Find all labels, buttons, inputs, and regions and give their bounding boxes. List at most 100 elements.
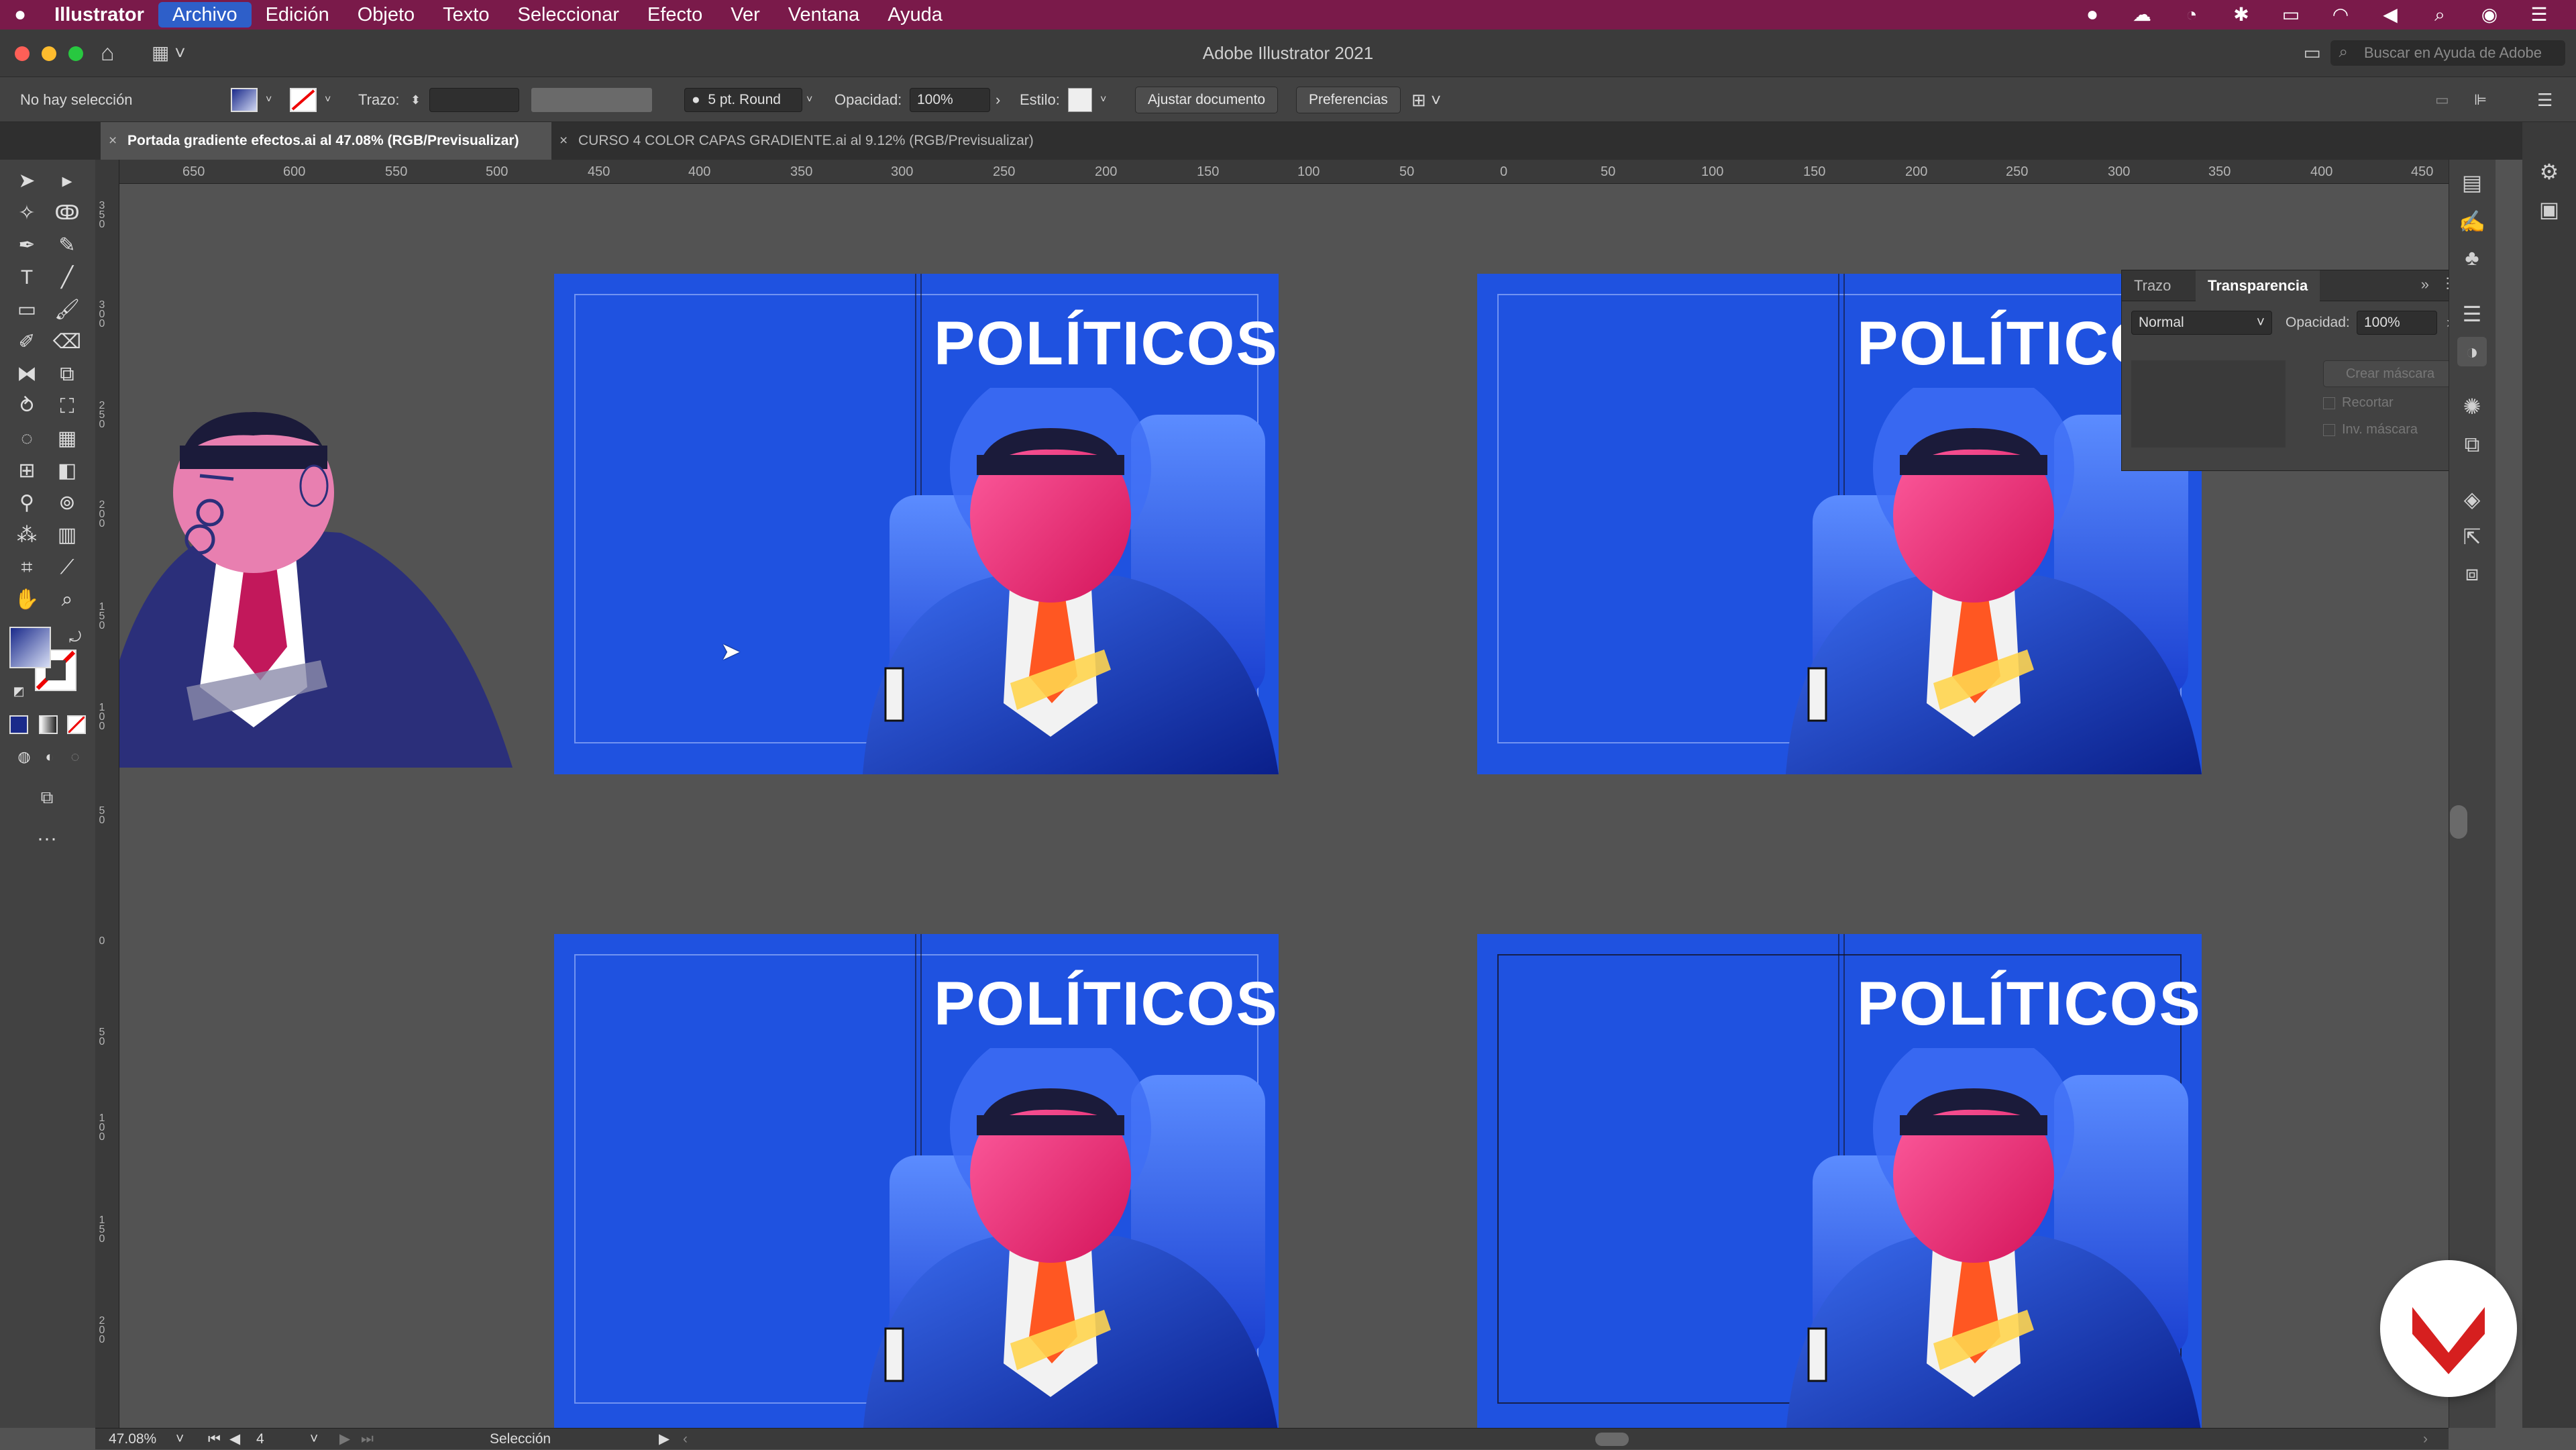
next-artboard-icon[interactable]: ▶ (339, 1429, 350, 1450)
record-icon[interactable]: ⏺ (2082, 5, 2102, 25)
menu-ver[interactable]: Ver (716, 0, 774, 30)
creative-cloud-icon[interactable]: ☁ (2132, 5, 2152, 25)
volume-icon[interactable]: ◀ (2380, 5, 2400, 25)
menu-efecto[interactable]: Efecto (633, 0, 716, 30)
tab-portada[interactable]: × Portada gradiente efectos.ai al 47.08%… (101, 122, 551, 160)
preferences-button[interactable]: Preferencias (1296, 87, 1401, 113)
artboard-tool-icon[interactable]: ⌗ (12, 553, 42, 582)
blend-tool-icon[interactable]: ⊚ (52, 488, 82, 518)
selection-tool-icon[interactable]: ➤ (12, 166, 42, 196)
learn-icon[interactable]: ▣ (2534, 195, 2564, 224)
scroll-left-icon[interactable]: ‹ (683, 1429, 688, 1450)
paintbrush-tool-icon[interactable]: 🖌 (52, 295, 82, 325)
symbols-icon[interactable]: ♣ (2457, 243, 2487, 272)
first-artboard-icon[interactable]: ⏮ (208, 1429, 221, 1450)
artboard-4[interactable]: POLÍTICOS® (1477, 934, 2202, 1428)
asset-export-icon[interactable]: ⇱ (2457, 522, 2487, 552)
airplay-icon[interactable]: ▭ (2281, 5, 2301, 25)
stroke-panel-icon[interactable]: ☰ (2457, 299, 2487, 329)
stroke-dropdown-icon[interactable]: ˅ (325, 77, 331, 123)
bluetooth-icon[interactable]: ✱ (2231, 5, 2251, 25)
rectangle-tool-icon[interactable]: ▭ (12, 295, 42, 325)
scroll-right-icon[interactable]: › (2423, 1429, 2428, 1450)
menu-illustrator[interactable]: Illustrator (40, 0, 158, 30)
color-mode-icon[interactable] (9, 715, 28, 734)
blend-mode-select[interactable]: Normal ˅ (2131, 311, 2272, 335)
direct-selection-tool-icon[interactable]: ▸ (52, 166, 82, 196)
close-tab-icon[interactable]: × (559, 122, 568, 160)
collapse-panel-icon[interactable]: » (2421, 276, 2429, 293)
opacity-arrow-icon[interactable]: › (996, 77, 1000, 123)
artboard-1[interactable]: POLÍTICOS® (554, 274, 1279, 774)
wifi-icon[interactable]: ◠ (2330, 5, 2351, 25)
control-center-icon[interactable]: ☰ (2529, 5, 2549, 25)
status-menu-arrow-icon[interactable]: ▶ (659, 1429, 669, 1450)
graph-tool-icon[interactable]: ▥ (52, 521, 82, 550)
curvature-tool-icon[interactable]: ✎ (52, 231, 82, 260)
brush-dropdown-icon[interactable]: ˅ (806, 77, 812, 123)
libraries-icon[interactable]: ▤ (2457, 168, 2487, 197)
free-transform-tool-icon[interactable]: ⛶ (52, 392, 82, 421)
zoom-tool-icon[interactable]: ⌕ (52, 585, 82, 615)
brushes-icon[interactable]: ✍ (2457, 207, 2487, 236)
layers-icon[interactable]: ◈ (2457, 484, 2487, 514)
horizontal-scroll-thumb[interactable] (1595, 1433, 1629, 1446)
fill-dropdown-icon[interactable]: ˅ (266, 77, 272, 123)
artboard-2[interactable]: POLÍTICOS® (1477, 274, 2202, 774)
invert-mask-checkbox[interactable]: Inv. máscara (2323, 422, 2418, 437)
shape-builder-tool-icon[interactable]: ◌ (12, 424, 42, 454)
stroke-swatch[interactable] (290, 88, 317, 112)
default-colors-icon[interactable]: ◩ (4, 676, 34, 706)
politician-sketch[interactable] (119, 405, 522, 768)
align-options-icon[interactable]: ⊞ ˅ (1411, 77, 1441, 123)
vertical-ruler[interactable]: 3 5 0 3 0 0 2 5 0 2 0 0 1 5 0 1 0 0 5 0 … (95, 160, 119, 1428)
opacity-input[interactable]: 100% (910, 88, 990, 112)
close-tab-icon[interactable]: × (109, 122, 117, 160)
draw-inside-icon[interactable]: ◌ (60, 742, 90, 772)
edit-toolbar-icon[interactable]: ··· (32, 824, 62, 853)
menu-ventana[interactable]: Ventana (774, 0, 873, 30)
pen-tool-icon[interactable]: ✒ (12, 231, 42, 260)
siri-icon[interactable]: ◉ (2479, 5, 2500, 25)
type-tool-icon[interactable]: T (12, 263, 42, 293)
transparency-panel-icon[interactable]: ◑ (2457, 337, 2487, 366)
eraser-tool-icon[interactable]: ⌫ (52, 327, 82, 357)
screen-mode-icon[interactable]: ⧉ (32, 782, 62, 812)
eyedropper-tool-icon[interactable]: ⚲ (12, 488, 42, 518)
stroke-weight-input[interactable] (429, 88, 519, 112)
warp-tool-icon[interactable]: ⥁ (12, 392, 42, 421)
panel-opacity-input[interactable]: 100% (2357, 311, 2437, 335)
swap-colors-icon[interactable]: ⤾ (60, 623, 90, 652)
gradient-mode-icon[interactable] (39, 715, 58, 734)
stroke-stepper-icon[interactable]: ⬍ (411, 77, 421, 123)
symbol-sprayer-tool-icon[interactable]: ⁂ (12, 521, 42, 550)
menu-seleccionar[interactable]: Seleccionar (503, 0, 633, 30)
previous-artboard-icon[interactable]: ◀ (229, 1429, 240, 1450)
artboard-number[interactable]: 4 (256, 1429, 264, 1450)
tab-curso[interactable]: × CURSO 4 COLOR CAPAS GRADIENTE.ai al 9.… (551, 122, 1048, 160)
arrange-icon[interactable]: ⊫ (2474, 77, 2487, 123)
zoom-level[interactable]: 47.08% (109, 1429, 156, 1450)
spotlight-icon[interactable]: ⌕ (2430, 5, 2450, 25)
perspective-grid-tool-icon[interactable]: ▦ (52, 424, 82, 454)
arrange-documents-icon[interactable]: ▭ (2304, 42, 2321, 64)
fill-color-swatch[interactable] (9, 627, 51, 668)
style-dropdown-icon[interactable]: ˅ (1100, 77, 1106, 123)
zoom-dropdown-icon[interactable]: ˅ (176, 1429, 184, 1450)
panel-layout-icon[interactable]: ▭ (2435, 77, 2449, 123)
properties-icon[interactable]: ⚙ (2534, 157, 2564, 187)
brand-logo-button[interactable] (2380, 1260, 2517, 1397)
graphic-styles-icon[interactable]: ⧉ (2457, 429, 2487, 459)
artboard-3[interactable]: POLÍTICOS® (554, 934, 1279, 1428)
fill-swatch[interactable] (231, 88, 258, 112)
brush-definition[interactable]: ● 5 pt. Round (684, 88, 802, 112)
menu-ayuda[interactable]: Ayuda (873, 0, 957, 30)
last-artboard-icon[interactable]: ⏭ (361, 1429, 374, 1450)
clip-checkbox[interactable]: Recortar (2323, 395, 2394, 411)
hand-tool-icon[interactable]: ✋ (12, 585, 42, 615)
broadcast-icon[interactable]: ◔ (2182, 5, 2202, 25)
graphic-style-swatch[interactable] (1068, 88, 1092, 112)
menu-texto[interactable]: Texto (429, 0, 503, 30)
reflect-tool-icon[interactable]: ⧓ (12, 360, 42, 389)
make-mask-button[interactable]: Crear máscara (2323, 360, 2457, 387)
